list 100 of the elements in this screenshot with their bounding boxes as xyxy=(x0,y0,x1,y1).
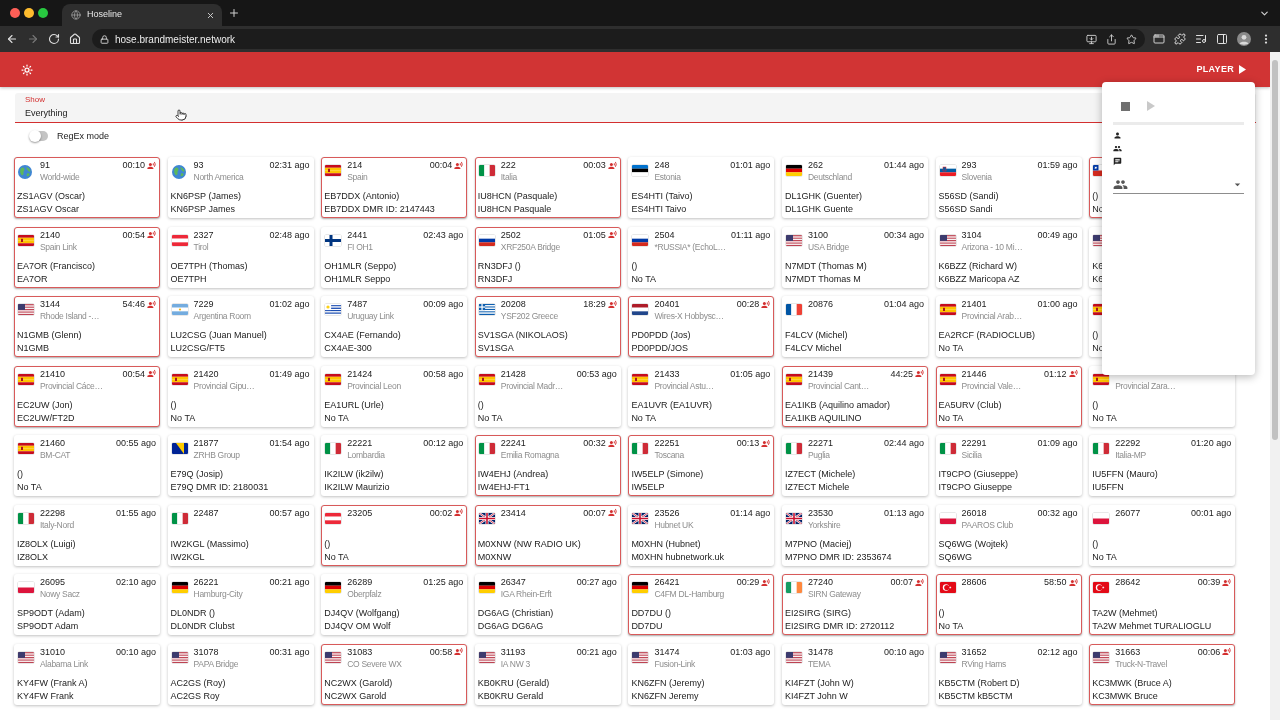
talkgroup-card[interactable]: 26221 Hamburg-City 00:21 ago DL0NDR () DL0NDR Clubst xyxy=(167,574,314,635)
talkgroup-card[interactable]: 22271 Puglia 02:44 ago IZ7ECT (Michele) IZ7ECT Michele xyxy=(781,435,928,496)
talkgroup-card[interactable]: 293 Slovenia 01:59 ago S56SD (Sandi) S56SD Sandi xyxy=(935,157,1082,218)
forward-icon[interactable] xyxy=(27,33,39,45)
talkgroup-card[interactable]: 20876 01:04 ago F4LCV (Michel) F4LCV Michel xyxy=(781,296,928,357)
scrollbar-thumb[interactable] xyxy=(1272,60,1278,440)
talkgroup-card[interactable]: 21460 BM-CAT 00:55 ago () No TA xyxy=(14,435,160,496)
talkgroup-card[interactable]: 26421 C4FM DL-Hamburg 00:29 DD7DU () DD7DU xyxy=(628,574,775,635)
talkgroup-card[interactable]: 21410 Provincial Cáce… 00:54 EC2UW (Jon) EC2UW/FT2D xyxy=(14,365,160,427)
last-heard-time: 58:50 xyxy=(1044,576,1067,588)
usa-flag-icon xyxy=(939,651,956,663)
talkgroup-card[interactable]: 31478 TEMA 00:10 ago KI4FZT (John W) KI4FZT John W xyxy=(781,643,928,705)
talkgroup-card[interactable]: 26095 Nowy Sacz 02:10 ago SP9ODT (Adam) SP9ODT Adam xyxy=(14,574,160,635)
talkgroup-number: 2441 xyxy=(347,228,368,241)
media-list-icon[interactable] xyxy=(1195,33,1207,45)
talkgroup-card[interactable]: 31663 Truck-N-Travel 00:06 KC3MWK (Bruce A) KC3MWK Bruce xyxy=(1089,643,1236,705)
talkgroup-card[interactable]: 93 North America 02:31 ago KN6PSP (James) KN6PSP James xyxy=(167,157,314,218)
talkgroup-card[interactable]: 222 Italia 00:03 IU8HCN (Pasquale) IU8HCN Pasquale xyxy=(474,157,621,218)
new-tab-icon[interactable] xyxy=(228,7,240,19)
scrollbar[interactable] xyxy=(1270,52,1280,720)
talkgroup-card[interactable]: 28606 58:50 () No TA xyxy=(935,574,1082,635)
regex-toggle[interactable] xyxy=(31,131,48,141)
talkgroup-card[interactable]: 21420 Provincial Gipu… 01:49 ago () No TA xyxy=(167,365,314,427)
last-heard-time: 02:44 ago xyxy=(883,437,924,449)
talkgroup-card[interactable]: 21424 Provincial Leon 00:58 ago EA1URL (Urle) No TA xyxy=(321,365,468,427)
talkgroup-card[interactable]: 26018 PAAROS Club 00:32 ago SQ6WG (Wojtek) SQ6WG xyxy=(935,504,1082,566)
talkgroup-card[interactable]: 28642 00:39 TA2W (Mehmet) TA2W Mehmet TURALIOGLU xyxy=(1089,574,1236,635)
sun-icon[interactable] xyxy=(21,63,33,76)
reload-icon[interactable] xyxy=(48,33,60,45)
stop-button[interactable] xyxy=(1121,101,1130,111)
talkgroup-card[interactable]: 22291 Sicilia 01:09 ago IT9CPO (Giuseppe) IT9CPO Giuseppe xyxy=(935,435,1082,496)
talkgroup-card[interactable]: 21446 Provincial Vale… 01:12 EA5URV (Club) No TA xyxy=(935,365,1082,427)
talkgroup-card[interactable]: 31010 Alabama Link 00:10 ago KY4FW (Frank A) KY4FW Frank xyxy=(14,643,160,705)
talkgroup-card[interactable]: 23530 Yorkshire 01:13 ago M7PNO (Maciej) M7PNO DMR ID: 2353674 xyxy=(781,504,928,566)
install-icon[interactable] xyxy=(1086,33,1097,45)
address-bar[interactable]: hose.brandmeister.network xyxy=(92,29,1145,49)
talkgroup-card[interactable]: 31193 IA NW 3 00:21 ago KB0KRU (Gerald) KB0KRU Gerald xyxy=(474,643,621,705)
close-tab-icon[interactable] xyxy=(206,10,215,20)
minimize-window-button[interactable] xyxy=(24,8,34,18)
talkgroup-card[interactable]: 31652 RVing Hams 02:12 ago KB5CTM (Robert D) KB5CTM kB5CTM xyxy=(935,643,1082,705)
talkgroup-card[interactable]: 31474 Fusion-Link 01:03 ago KN6ZFN (Jeremy) KN6ZFN Jeremy xyxy=(628,643,775,705)
talkgroup-card[interactable]: 3104 Arizona - 10 Mi… 00:49 ago K6BZZ (Richard W) K6BZZ Maricopa AZ xyxy=(935,226,1082,288)
talkgroup-card[interactable]: 2327 Tirol 02:48 ago OE7TPH (Thomas) OE7TPH xyxy=(167,226,314,288)
talkgroup-card[interactable]: 31083 CO Severe WX 00:58 NC2WX (Garold) NC2WX Garold xyxy=(321,643,468,705)
usa-flag-icon xyxy=(18,651,34,663)
poland-flag-icon xyxy=(18,582,34,593)
talkgroup-card[interactable]: 2502 XRF250A Bridge 01:05 RN3DFJ () RN3DFJ xyxy=(474,226,621,288)
talker-alias: CX4AE-300 xyxy=(324,342,372,355)
talkgroup-card[interactable]: 3144 Rhode Island -… 54:46 N1GMB (Glenn) N1GMB xyxy=(14,296,160,357)
avatar-icon[interactable] xyxy=(1237,32,1251,46)
talker-alias: KY4FW Frank xyxy=(17,689,74,703)
player-button[interactable]: PLAYER xyxy=(1196,62,1246,77)
talkgroup-card[interactable]: 20401 Wires-X Hobbysc… 00:28 PD0PDD (Jos) PD0PDD/JOS xyxy=(628,296,775,357)
back-icon[interactable] xyxy=(6,33,18,45)
talkgroup-card[interactable]: 7487 Uruguay Link 00:09 ago CX4AE (Fernando) CX4AE-300 xyxy=(321,296,468,357)
talkgroup-card[interactable]: 7229 Argentina Room 01:02 ago LU2CSG (Juan Manuel) LU2CSG/FT5 xyxy=(167,296,314,357)
talkgroup-card[interactable]: 26289 Oberpfalz 01:25 ago DJ4QV (Wolfgang) DJ4QV OM Wolf xyxy=(321,574,468,635)
talkgroup-card[interactable]: 23205 00:02 () No TA xyxy=(321,504,468,566)
talkgroup-card[interactable]: 22298 Italy-Nord 01:55 ago IZ8OLX (Luigi) IZ8OLX xyxy=(14,504,160,566)
talkgroup-card[interactable]: 21401 Provincial Arab… 01:00 ago EA2RCF (RADIOCLUB) No TA xyxy=(935,296,1082,357)
talkgroup-number: 22487 xyxy=(193,506,219,519)
close-window-button[interactable] xyxy=(10,8,20,18)
talkgroup-card[interactable]: 3100 USA Bridge 00:34 ago N7MDT (Thomas M) N7MDT Thomas M xyxy=(781,226,928,288)
talkgroup-number: 31663 xyxy=(1115,645,1141,658)
talkgroup-card[interactable]: 22251 Toscana 00:13 IW5ELP (Simone) IW5ELP xyxy=(628,435,775,496)
talkgroup-card[interactable]: 27240 SIRN Gateway 00:07 EI2SIRG (SIRG) EI2SIRG DMR ID: 2720112 xyxy=(781,574,928,635)
talkgroup-card[interactable]: 22487 00:57 ago IW2KGL (Massimo) IW2KGL xyxy=(167,504,314,566)
talkgroup-card[interactable]: 26347 IGA Rhein-Erft 00:27 ago DG6AG (Christian) DG6AG DG6AG xyxy=(474,574,621,635)
bookmark-star-icon[interactable] xyxy=(1126,33,1137,45)
talkgroup-card[interactable]: 2504 *RUSSIA* (EchoL… 01:11 ago () No TA xyxy=(628,226,775,288)
talkgroup-card[interactable]: 91 World-wide 00:10 ZS1AGV (Oscar) ZS1AGV Oscar xyxy=(14,157,160,218)
talkgroup-card[interactable]: 214 Spain 00:04 EB7DDX (Antonio) EB7DDX DMR ID: 2147443 xyxy=(321,157,468,218)
talkgroup-card[interactable]: 31078 PAPA Bridge 00:31 ago AC2GS (Roy) AC2GS Roy xyxy=(167,643,314,705)
talkgroup-card[interactable]: 22292 Italia-MP 01:20 ago IU5FFN (Mauro) IU5FFN xyxy=(1089,435,1236,496)
window-icon[interactable] xyxy=(1153,33,1165,45)
germany-flag-icon xyxy=(632,582,649,593)
talkgroup-card[interactable]: 21439 Provincial Cant… 44:25 EA1IKB (Aquilino amador) EA1IKB AQUILINO xyxy=(781,365,928,427)
talkgroup-card[interactable]: 23526 Hubnet UK 01:14 ago M0XHN (Hubnet) M0XHN hubnetwork.uk xyxy=(628,504,775,566)
talkgroup-card[interactable]: 248 Estonia 01:01 ago ES4HTI (Taivo) ES4HTI Taivo xyxy=(628,157,775,218)
share-icon[interactable] xyxy=(1106,33,1117,45)
globe-icon xyxy=(171,165,186,179)
talkgroup-card[interactable]: 22241 Emilia Romagna 00:32 IW4EHJ (Andrea) IW4EHJ-FT1 xyxy=(474,435,621,496)
talkgroup-card[interactable]: 21877 ZRHB Group 01:54 ago E79Q (Josip) E79Q DMR ID: 2180031 xyxy=(167,435,314,496)
talkgroup-number: 22298 xyxy=(40,506,66,519)
home-icon[interactable] xyxy=(69,33,81,45)
talkgroup-card[interactable]: 21428 Provincial Madr… 00:53 ago () No TA xyxy=(474,365,621,427)
talkgroup-card[interactable]: 2140 Spain Link 00:54 EA7OR (Francisco) EA7OR xyxy=(14,226,160,288)
talkgroup-card[interactable]: 23414 00:07 M0XNW (NW RADIO UK) M0XNW xyxy=(474,504,621,566)
talkgroup-card[interactable]: 262 Deutschland 01:44 ago DL1GHK (Guenter) DL1GHK Guente xyxy=(781,157,928,218)
talker-alias: IW4EHJ-FT1 xyxy=(477,481,530,494)
browser-tab[interactable]: Hoseline xyxy=(62,4,222,26)
talkgroup-name: SIRN Gateway xyxy=(807,588,861,600)
talkgroup-card[interactable]: 26077 00:01 ago () No TA xyxy=(1089,504,1236,566)
talkgroup-card[interactable]: 21433 Provincial Astu… 01:05 ago EA1UVR (EA1UVR) No TA xyxy=(628,365,775,427)
puzzle-icon[interactable] xyxy=(1174,33,1186,45)
talkgroup-card[interactable]: 20208 YSF202 Greece 18:29 SV1SGA (NIKOLAOS) SV1SGA xyxy=(474,296,621,357)
talkgroup-card[interactable]: 2441 FI OH1 02:43 ago OH1MLR (Seppo) OH1MLR Seppo xyxy=(321,226,468,288)
talkgroup-card[interactable]: 22221 Lombardia 00:12 ago IK2ILW (ik2ilw) IK2ILW Maurizio xyxy=(321,435,468,496)
side-panel-icon[interactable] xyxy=(1216,33,1228,45)
zoom-window-button[interactable] xyxy=(38,8,48,18)
